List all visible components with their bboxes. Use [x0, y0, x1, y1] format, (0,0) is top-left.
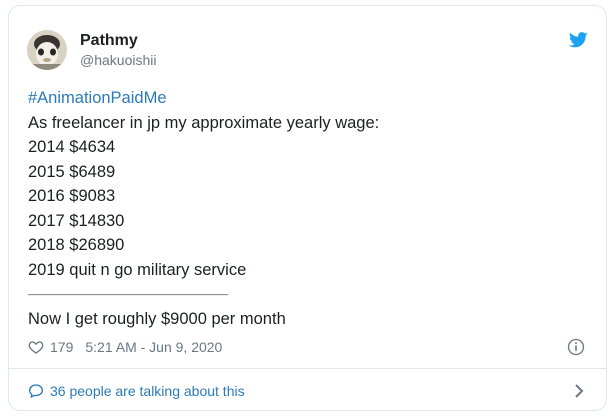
tweet-line: 2016 $9083 [28, 187, 116, 205]
tweet-meta: 179 5:21 AM - Jun 9, 2020 [28, 338, 222, 356]
tweet-timestamp[interactable]: 5:21 AM - Jun 9, 2020 [85, 338, 222, 356]
tweet-line: 2014 $4634 [28, 138, 116, 156]
heart-icon[interactable] [28, 339, 44, 355]
conversation-link[interactable]: 36 people are talking about this [9, 369, 606, 410]
author-name[interactable]: Pathmy [80, 31, 138, 51]
speech-bubble-icon [28, 384, 44, 399]
tweet-card: Pathmy @hakuoishii #AnimationPaidMe As f… [8, 5, 607, 411]
avatar-image [27, 30, 67, 70]
tweet-line: 2017 $14830 [28, 211, 125, 230]
author-handle[interactable]: @hakuoishii [80, 51, 156, 69]
tweet-line: Now I get roughly $9000 per month [28, 309, 286, 328]
hashtag-link[interactable]: #AnimationPaidMe [28, 86, 588, 111]
tweet-line: As freelancer in jp my approximate yearl… [28, 113, 380, 132]
tweet-line: 2018 $26890 [28, 236, 125, 254]
tweet-text: #AnimationPaidMe As freelancer in jp my … [28, 86, 588, 331]
like-count[interactable]: 179 [50, 338, 73, 356]
info-icon[interactable] [567, 338, 585, 356]
twitter-bird-icon[interactable] [569, 32, 588, 48]
tweet-line: 2015 $6489 [28, 162, 116, 181]
tweet-line: 2019 quit n go military service [28, 260, 247, 279]
conversation-label[interactable]: 36 people are talking about this [50, 382, 245, 400]
chevron-right-icon[interactable] [574, 383, 584, 399]
avatar[interactable] [27, 30, 67, 70]
tweet-divider-text: ————————————————————————— [28, 289, 228, 299]
